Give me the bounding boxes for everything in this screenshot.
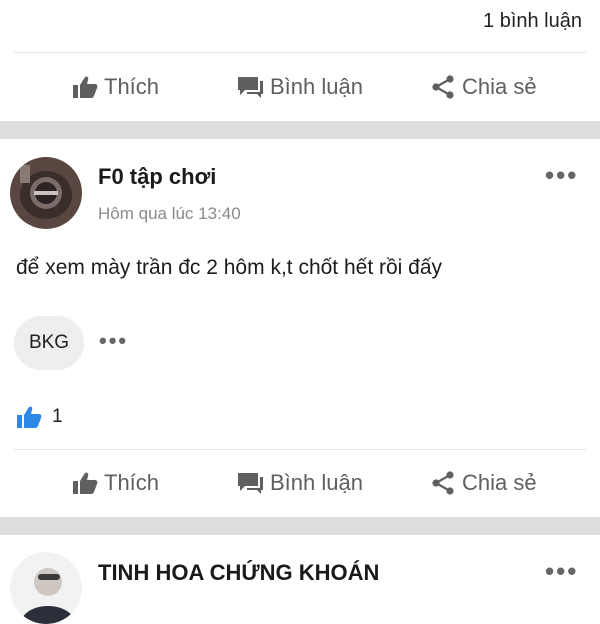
post-time: Hôm qua lúc 13:40 <box>98 204 241 223</box>
avatar-image <box>10 157 82 229</box>
comments-count[interactable]: 1 bình luận <box>483 10 582 33</box>
like-count: 1 <box>52 406 63 427</box>
divider <box>14 449 586 450</box>
comment-icon <box>238 77 263 98</box>
comment-button[interactable]: Bình luận <box>236 74 363 100</box>
more-options-button[interactable]: ••• <box>545 556 578 587</box>
share-icon <box>432 471 454 495</box>
avatar-image <box>10 552 82 624</box>
thumbs-up-icon <box>73 76 98 98</box>
author-avatar[interactable] <box>10 157 82 229</box>
reactions-summary[interactable]: 1 <box>16 404 63 430</box>
stock-tag[interactable]: BKG <box>14 316 84 370</box>
comment-label: Bình luận <box>270 74 363 99</box>
author-name[interactable]: TINH HOA CHỨNG KHOÁN <box>98 560 379 586</box>
share-label: Chia sẻ <box>462 74 537 99</box>
post-separator <box>0 517 600 535</box>
divider <box>14 52 586 53</box>
post-content: để xem mày trần đc 2 hôm k,t chốt hết rồ… <box>16 256 443 279</box>
share-icon <box>432 75 454 99</box>
tags-more-button[interactable]: ••• <box>99 328 128 354</box>
author-name[interactable]: F0 tập chơi <box>98 164 216 190</box>
like-label: Thích <box>104 74 160 99</box>
comment-label: Bình luận <box>270 470 363 495</box>
comment-icon <box>238 473 263 494</box>
share-button[interactable]: Chia sẻ <box>430 74 537 100</box>
thumbs-up-icon <box>73 472 98 494</box>
like-label: Thích <box>104 470 160 495</box>
like-reaction-icon <box>17 406 42 428</box>
like-button[interactable]: Thích <box>72 74 159 100</box>
like-button[interactable]: Thích <box>72 470 159 496</box>
more-options-button[interactable]: ••• <box>545 160 578 191</box>
author-avatar[interactable] <box>10 552 82 624</box>
share-button[interactable]: Chia sẻ <box>430 470 537 496</box>
share-label: Chia sẻ <box>462 470 537 495</box>
post-separator <box>0 121 600 139</box>
comment-button[interactable]: Bình luận <box>236 470 363 496</box>
